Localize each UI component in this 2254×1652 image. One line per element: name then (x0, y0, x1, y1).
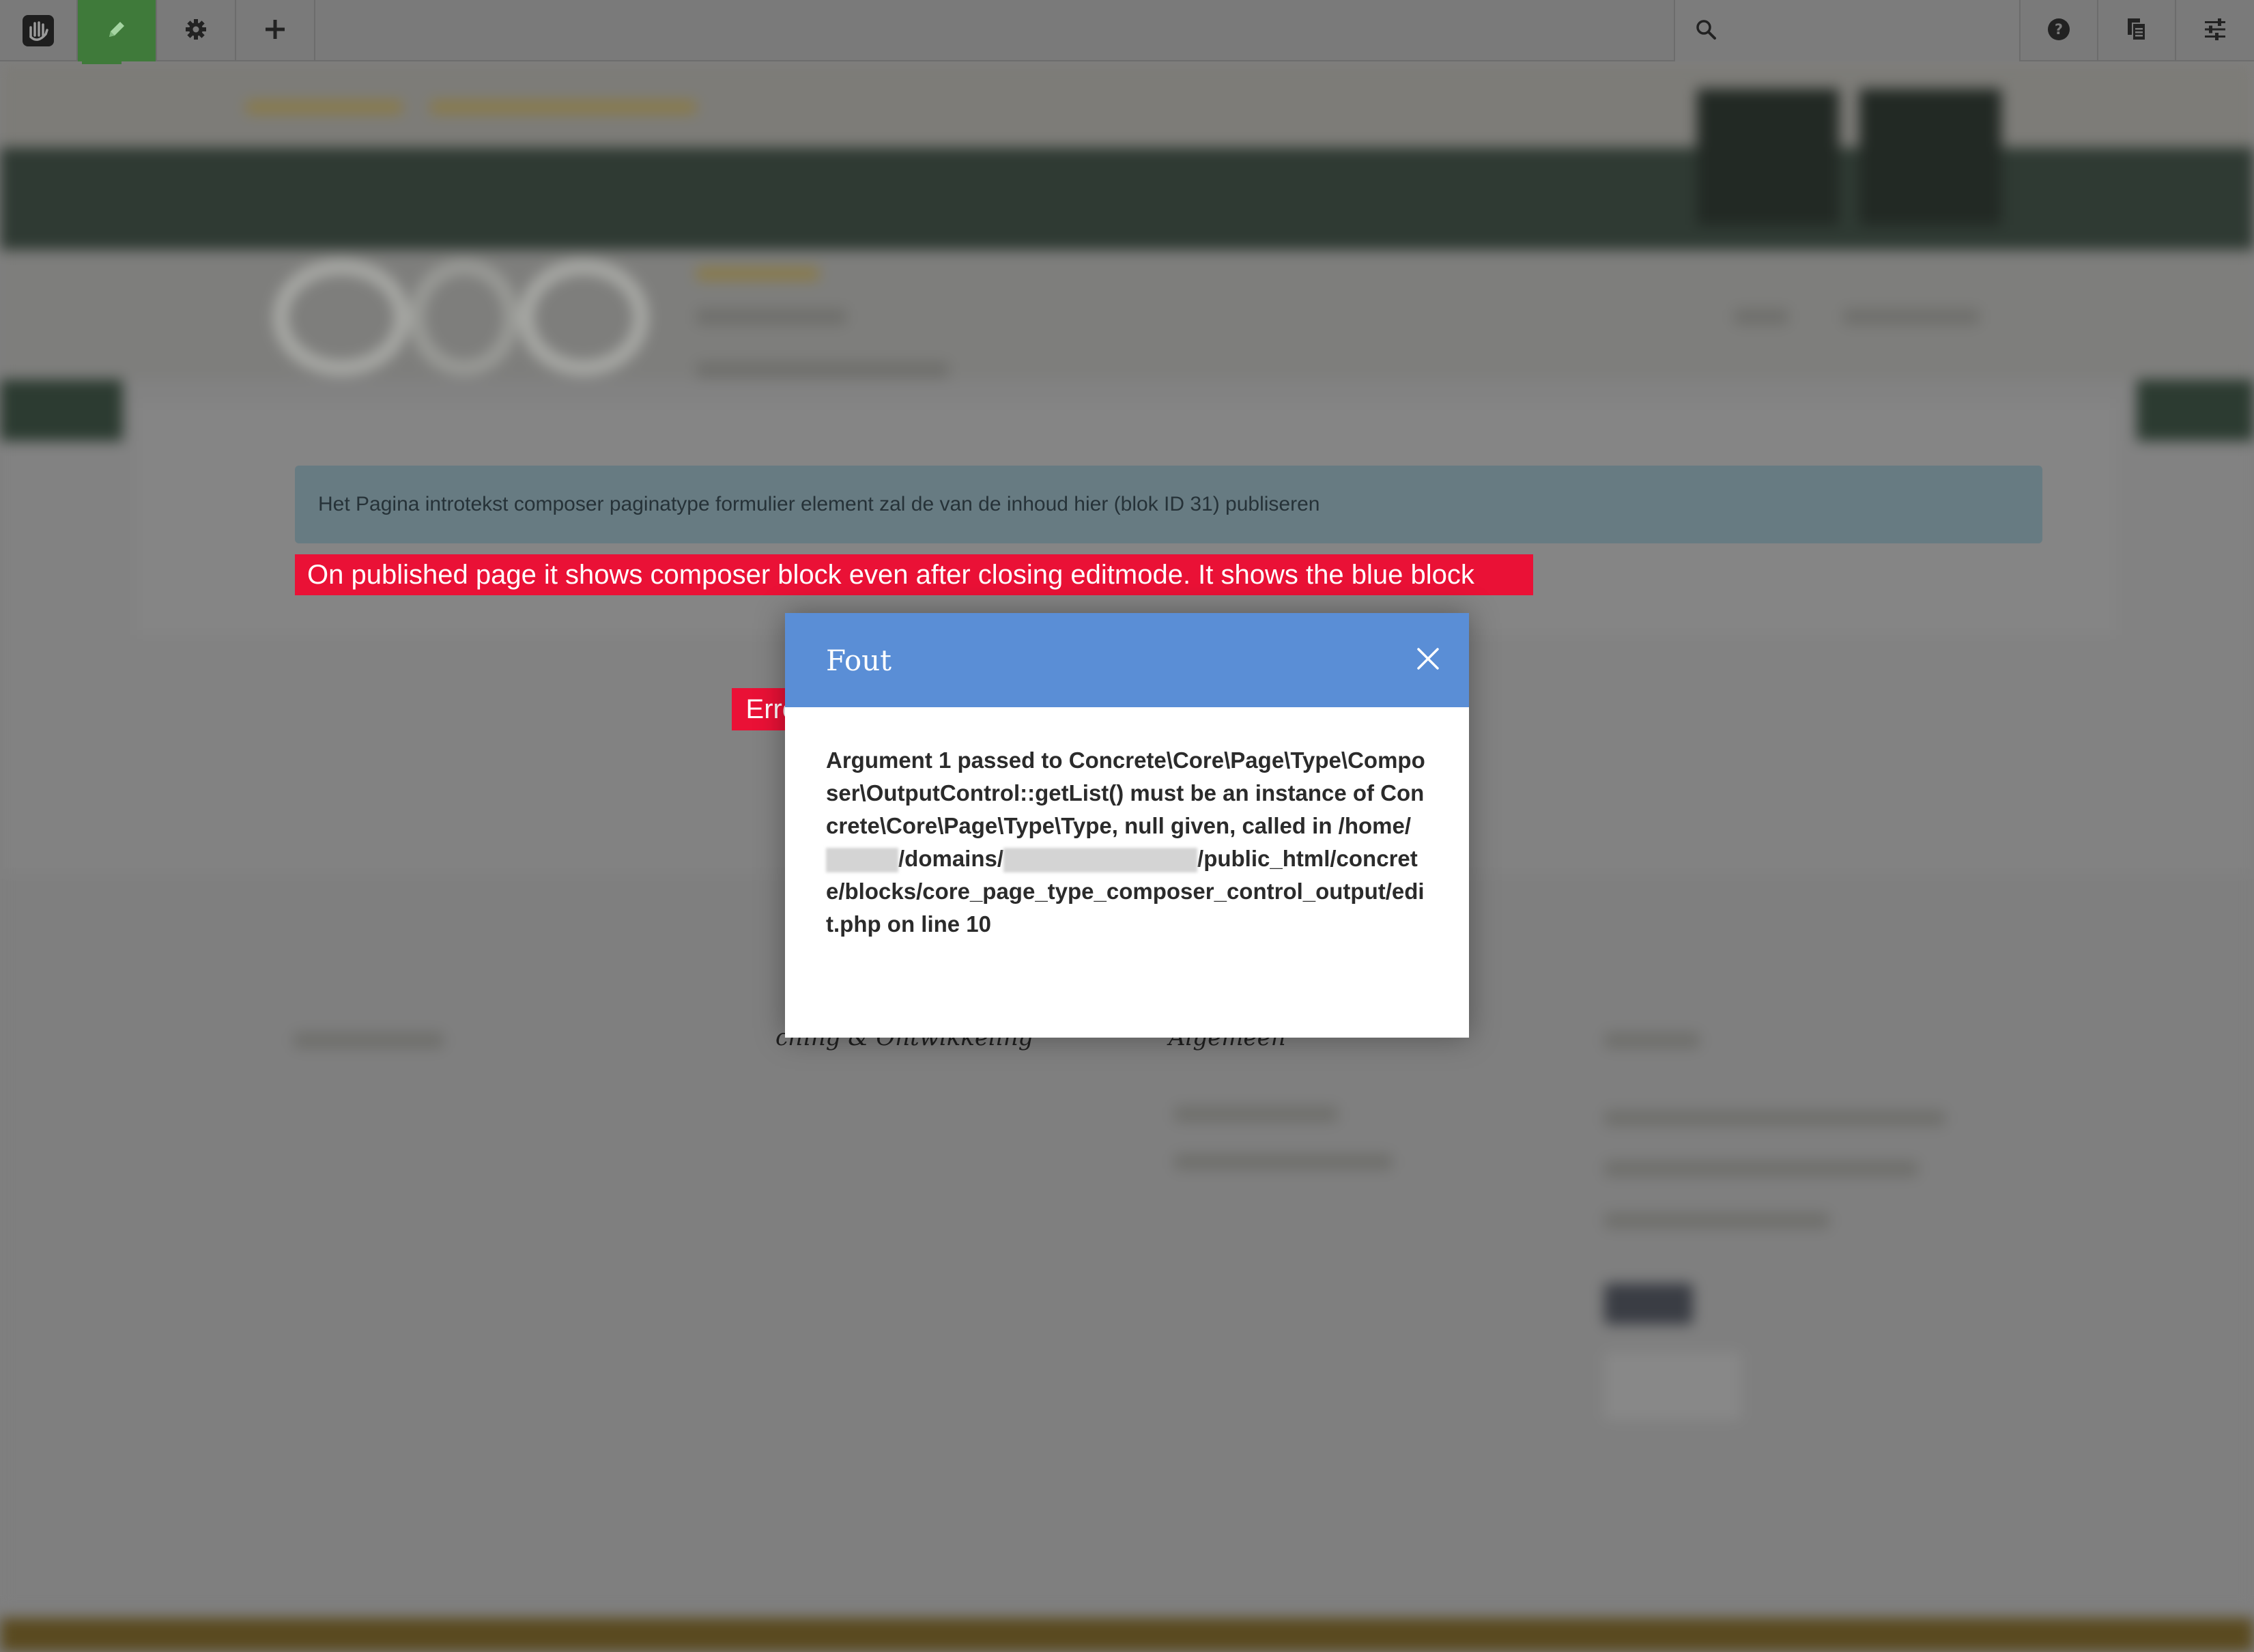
close-button[interactable] (1408, 640, 1449, 681)
redacted-domain (1003, 848, 1198, 873)
settings-button[interactable] (157, 0, 236, 61)
edit-mode-button[interactable] (78, 0, 157, 61)
annotation-note: On published page it shows composer bloc… (295, 554, 1533, 595)
error-message-part2: /domains/ (898, 846, 1004, 871)
composer-info-text: Het Pagina introtekst composer paginatyp… (318, 493, 1320, 515)
error-message-part1: Argument 1 passed to Concrete\Core\Page\… (826, 747, 1425, 838)
sitemap-pages-button[interactable] (2098, 0, 2176, 61)
help-button[interactable]: ? (2021, 0, 2098, 61)
redacted-username (826, 848, 898, 873)
dashboard-settings-button[interactable] (2176, 0, 2254, 61)
dialog-title: Fout (826, 643, 892, 677)
close-icon (1414, 645, 1442, 676)
gear-icon (184, 17, 208, 45)
dialog-header: Fout (785, 613, 1469, 707)
dialog-message: Argument 1 passed to Concrete\Core\Page\… (785, 707, 1469, 941)
pencil-icon (105, 18, 128, 44)
edit-toolbar: ? (0, 0, 2254, 61)
error-dialog: Fout Argument 1 passed to Concrete\Core\… (785, 613, 1469, 1038)
search-box[interactable] (1674, 0, 2021, 61)
concrete-hand-logo-icon[interactable] (0, 0, 78, 61)
search-icon (1694, 18, 1717, 44)
composer-info-alert: Het Pagina introtekst composer paginatyp… (295, 466, 2042, 543)
screen: ? Het Pagina introtekst composer paginat… (0, 0, 2254, 1652)
plus-icon (263, 17, 287, 45)
help-circle-icon: ? (2046, 17, 2071, 45)
svg-text:?: ? (2055, 21, 2063, 38)
add-block-button[interactable] (236, 0, 315, 61)
sliders-icon (2203, 17, 2227, 45)
pages-icon (2125, 17, 2148, 45)
